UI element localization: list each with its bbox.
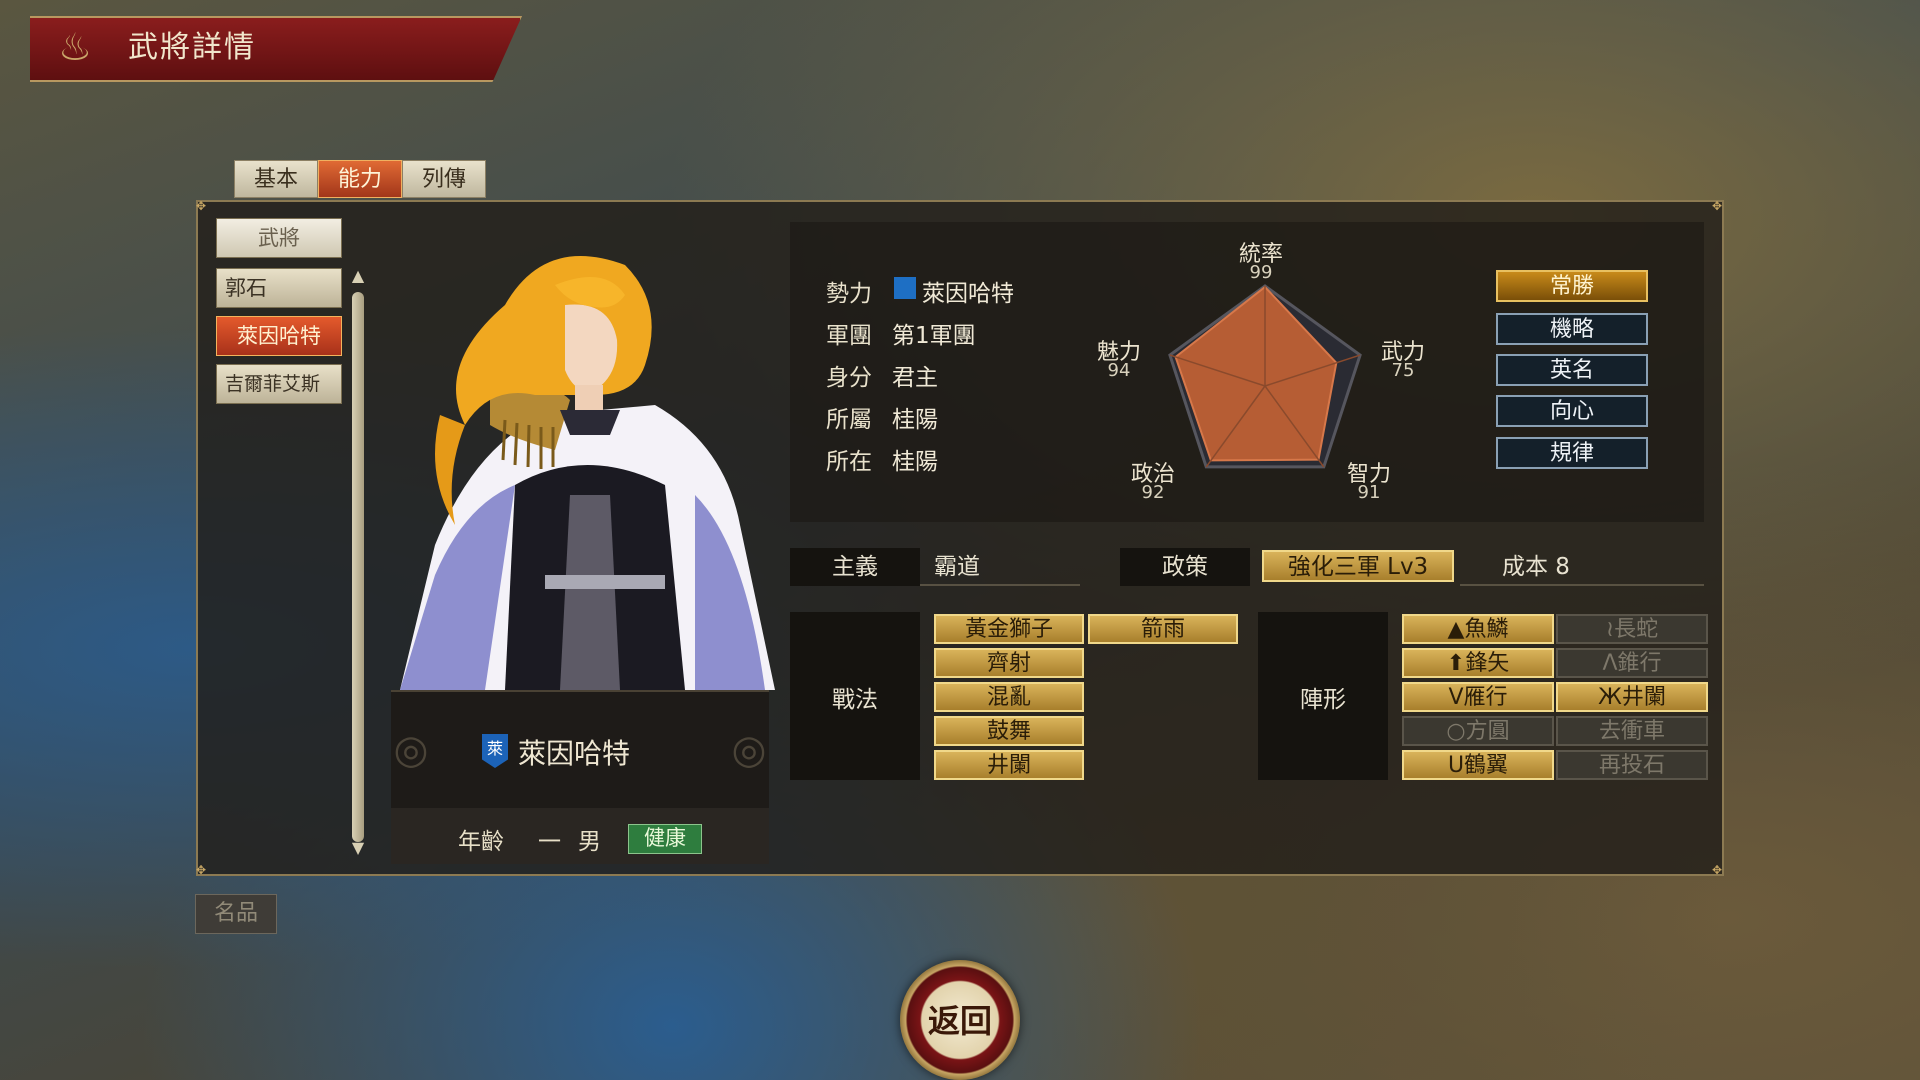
cloud-ornament-icon: ♨ (57, 25, 93, 69)
formation-label: 陣形 (1300, 687, 1346, 713)
corner-ornament-icon: ✥ (1712, 199, 1723, 213)
skill-siege-tower[interactable]: 井闌 (934, 750, 1084, 780)
formation-fish-scale[interactable]: ▲魚鱗 (1402, 614, 1554, 644)
corps-value: 第1軍團 (892, 323, 976, 349)
back-button-label[interactable]: 返回 (900, 996, 1020, 1042)
formation-siege-tower[interactable]: Ж井闌 (1556, 682, 1708, 712)
skill-confusion[interactable]: 混亂 (934, 682, 1084, 712)
formation-wild-goose[interactable]: V雁行 (1402, 682, 1554, 712)
faction-value: 萊因哈特 (922, 281, 1014, 307)
sidebar-item-reinhard[interactable]: 萊因哈特 (216, 316, 342, 356)
corner-ornament-icon: ✥ (196, 199, 207, 213)
age-label: 年齡 (458, 829, 504, 855)
rank-label: 身分 (826, 365, 872, 391)
trait-yingming[interactable]: 英名 (1496, 354, 1648, 386)
trait-xiangxin[interactable]: 向心 (1496, 395, 1648, 427)
stat-leadership-value: 99 (1249, 262, 1273, 283)
treasure-button[interactable]: 名品 (195, 894, 277, 934)
ornament-right-icon: ◎ (731, 727, 767, 773)
sex-value: 男 (578, 829, 601, 855)
formation-battering-ram[interactable]: 去衝車 (1556, 716, 1708, 746)
formation-catapult[interactable]: 再投石 (1556, 750, 1708, 780)
cost-label: 成本 8 (1502, 554, 1570, 580)
trait-guilv[interactable]: 規律 (1496, 437, 1648, 469)
trait-jilue[interactable]: 機略 (1496, 313, 1648, 345)
location-value: 桂陽 (892, 449, 938, 475)
divider (1460, 584, 1704, 586)
scroll-down-arrow-icon[interactable]: ▼ (348, 838, 368, 858)
skill-volley[interactable]: 齊射 (934, 648, 1084, 678)
corps-label: 軍團 (826, 323, 872, 349)
ideology-value: 霸道 (934, 554, 980, 580)
stats-radar-chart (1168, 284, 1362, 469)
character-name: 萊因哈特 (518, 737, 631, 770)
faction-color-swatch (894, 277, 916, 299)
formation-long-snake[interactable]: ≀長蛇 (1556, 614, 1708, 644)
sidebar-header-general: 武將 (216, 218, 342, 258)
trait-changsheng[interactable]: 常勝 (1496, 270, 1648, 302)
age-value: 一 (538, 829, 561, 855)
divider (920, 584, 1080, 586)
stat-politics-value: 92 (1141, 482, 1165, 503)
formation-crane-wing[interactable]: U鶴翼 (1402, 750, 1554, 780)
character-portrait (400, 256, 775, 690)
policy-label: 政策 (1120, 548, 1250, 586)
ideology-label: 主義 (790, 548, 920, 586)
tab-ability[interactable]: 能力 (318, 160, 402, 198)
scroll-up-arrow-icon[interactable]: ▲ (348, 266, 368, 286)
skill-arrow-rain[interactable]: 箭雨 (1088, 614, 1238, 644)
stat-war-value: 75 (1391, 360, 1415, 381)
tab-biography[interactable]: 列傳 (402, 160, 486, 198)
stat-charisma-value: 94 (1107, 360, 1131, 381)
formation-square-circle[interactable]: ○方圓 (1402, 716, 1554, 746)
sidebar-item-kircheis[interactable]: 吉爾菲艾斯 (216, 364, 342, 404)
location-label: 所在 (826, 449, 872, 475)
skill-encourage[interactable]: 鼓舞 (934, 716, 1084, 746)
corner-ornament-icon: ✥ (196, 863, 207, 877)
formation-wedge[interactable]: Λ錐行 (1556, 648, 1708, 678)
ornament-left-icon: ◎ (393, 727, 429, 773)
policy-button[interactable]: 強化三軍 Lv3 (1262, 550, 1454, 582)
formation-arrowhead[interactable]: ⬆鋒矢 (1402, 648, 1554, 678)
faction-label: 勢力 (826, 281, 872, 307)
stat-intelligence-value: 91 (1357, 482, 1381, 503)
corner-ornament-icon: ✥ (1712, 863, 1723, 877)
health-status-badge: 健康 (628, 824, 702, 854)
sidebar-scrollbar[interactable] (352, 292, 364, 842)
tab-basic[interactable]: 基本 (234, 160, 318, 198)
affiliation-label: 所屬 (826, 407, 872, 433)
sidebar-item-guoshi[interactable]: 郭石 (216, 268, 342, 308)
rank-value: 君主 (892, 365, 938, 391)
page-title: 武將詳情 (128, 30, 256, 65)
tactics-label: 戰法 (832, 687, 878, 713)
affiliation-value: 桂陽 (892, 407, 938, 433)
skill-golden-lion[interactable]: 黃金獅子 (934, 614, 1084, 644)
